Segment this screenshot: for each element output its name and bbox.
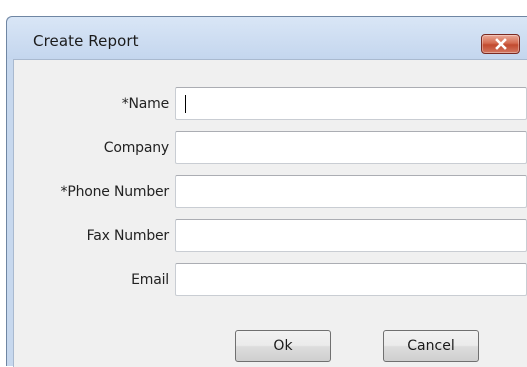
name-label: *Name bbox=[121, 96, 170, 112]
dialog-title: Create Report bbox=[33, 32, 139, 50]
company-field[interactable] bbox=[175, 131, 527, 164]
email-label: Email bbox=[131, 272, 169, 288]
phone-number-field[interactable] bbox=[175, 175, 527, 208]
company-label: Company bbox=[103, 140, 169, 156]
dialog-body: *Name Company *Phone Number Fax Number E… bbox=[13, 59, 527, 367]
text-caret bbox=[185, 95, 186, 113]
email-field[interactable] bbox=[175, 263, 527, 296]
create-report-dialog: Create Report *Name Company *Phone Numbe… bbox=[6, 16, 527, 367]
close-icon bbox=[495, 38, 507, 50]
title-bar[interactable]: Create Report bbox=[7, 17, 527, 59]
fax-number-label: Fax Number bbox=[86, 228, 170, 244]
name-field[interactable] bbox=[175, 87, 527, 120]
cancel-button[interactable]: Cancel bbox=[383, 330, 479, 362]
close-button[interactable] bbox=[481, 34, 520, 54]
phone-number-label: *Phone Number bbox=[60, 184, 170, 200]
fax-number-field[interactable] bbox=[175, 219, 527, 252]
ok-button[interactable]: Ok bbox=[235, 330, 331, 362]
